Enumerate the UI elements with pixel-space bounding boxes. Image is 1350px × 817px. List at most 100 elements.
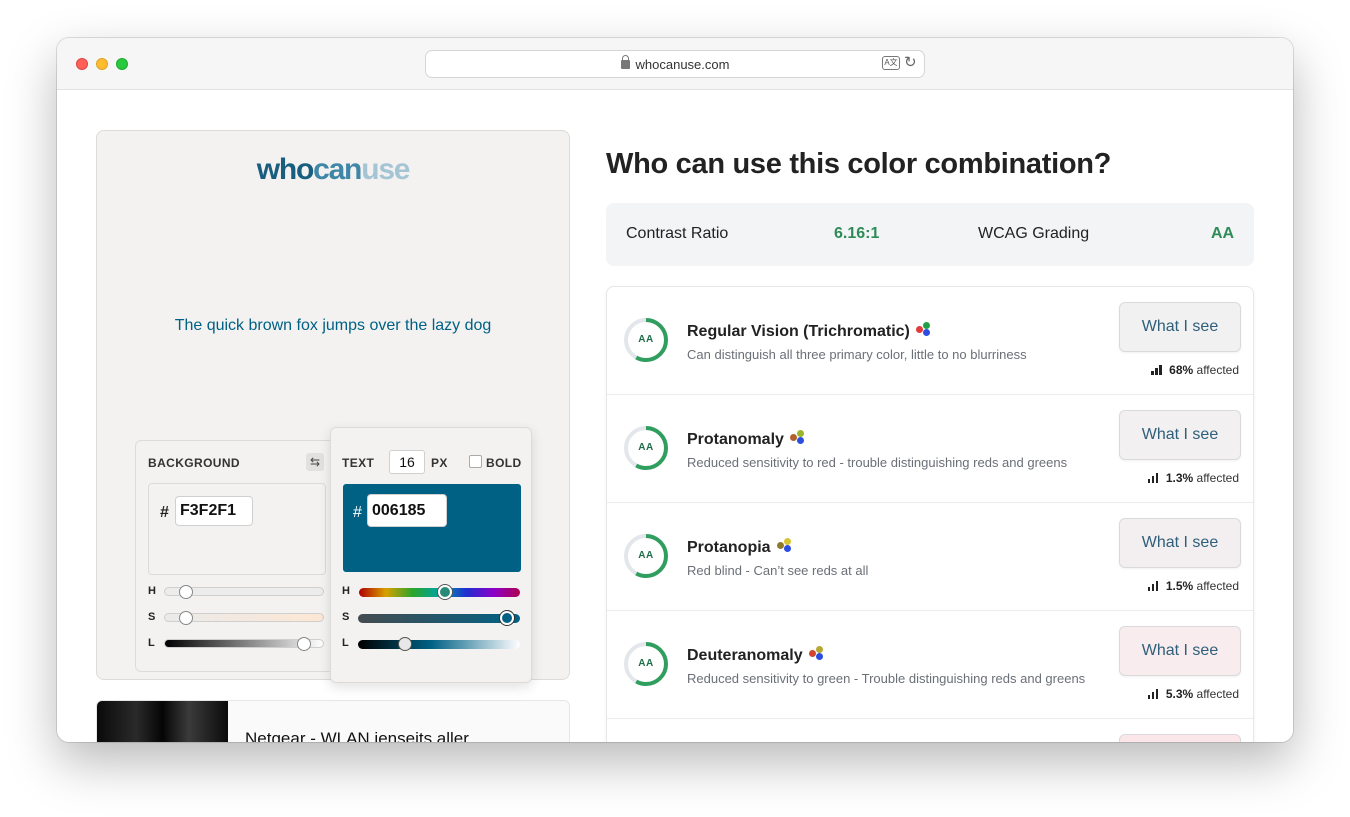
hue-label: H [342, 585, 350, 597]
affected-stat: 5.3% affected [1147, 687, 1239, 701]
ad-title: Netgear - WLAN jenseits aller [245, 729, 469, 742]
background-hue-thumb[interactable] [179, 585, 193, 599]
what-i-see-button[interactable]: What I see [1119, 626, 1241, 676]
affected-label: affected [1196, 471, 1239, 485]
px-unit-label: PX [431, 456, 448, 470]
title-bar: whocanuse.com A文 ↻ [57, 38, 1293, 90]
minimize-window-button[interactable] [96, 58, 108, 70]
what-i-see-button[interactable]: What I see [1119, 518, 1241, 568]
affected-percentage: 1.5% [1165, 579, 1194, 593]
signal-bar [1151, 692, 1155, 699]
signal-bar [1151, 476, 1155, 483]
browser-window: whocanuse.com A文 ↻ whocanuse The quick b… [57, 38, 1293, 742]
text-color-panel: TEXT PX BOLD # H S L [330, 427, 532, 683]
background-saturation-slider[interactable] [164, 611, 324, 625]
text-saturation-thumb[interactable] [500, 611, 514, 625]
vision-result-row: AA Regular Vision (Trichromatic) Can dis… [607, 287, 1253, 395]
affected-stat: 1.3% affected [1147, 471, 1239, 485]
grade-badge: AA [638, 658, 654, 669]
advertisement-card[interactable]: Netgear - WLAN jenseits aller [96, 700, 570, 742]
vision-type-name: Protanopia [687, 539, 771, 556]
contrast-ratio-value: 6.16:1 [834, 225, 880, 242]
lightness-label: L [148, 637, 155, 649]
signal-bars-icon [1147, 580, 1160, 591]
vision-type-name: Protanomaly [687, 431, 784, 448]
bold-checkbox[interactable] [469, 455, 482, 468]
bold-label: BOLD [486, 456, 522, 470]
vision-type-description: Reduced sensitivity to green - Trouble d… [687, 671, 1086, 686]
vision-type-title: Deuteranomaly [687, 645, 825, 665]
url-display[interactable]: whocanuse.com [426, 55, 924, 72]
grade-badge: AA [638, 442, 654, 453]
what-i-see-button[interactable]: What I see [1119, 302, 1241, 352]
text-saturation-slider[interactable] [358, 611, 520, 625]
background-hex-input[interactable] [175, 496, 253, 526]
signal-bar [1155, 473, 1159, 483]
vision-type-description: Red blind - Can’t see reds at all [687, 563, 869, 578]
text-hex-input[interactable] [367, 494, 447, 527]
background-lightness-thumb[interactable] [297, 637, 311, 651]
logo-part-who: who [256, 153, 315, 186]
background-swatch: # [148, 483, 326, 575]
signal-bar [1151, 584, 1155, 591]
background-hue-slider[interactable] [164, 585, 324, 599]
translate-icon[interactable]: A文 [882, 56, 900, 70]
vision-result-row [607, 719, 1253, 742]
hue-label: H [148, 585, 156, 597]
close-window-button[interactable] [76, 58, 88, 70]
text-lightness-thumb[interactable] [398, 637, 412, 651]
color-dot [915, 325, 923, 333]
font-size-input[interactable] [389, 450, 425, 474]
vision-results-list: AA Regular Vision (Trichromatic) Can dis… [606, 286, 1254, 742]
background-lightness-slider[interactable] [164, 637, 324, 651]
color-dot [789, 433, 797, 441]
color-dots-icon [915, 321, 932, 336]
contrast-ratio-label: Contrast Ratio [626, 225, 729, 242]
text-lightness-slider[interactable] [358, 637, 520, 651]
vision-type-title: Protanomaly [687, 429, 806, 449]
what-i-see-button[interactable] [1119, 734, 1241, 742]
signal-bar [1147, 479, 1151, 483]
ad-image [97, 701, 228, 742]
affected-stat: 68% affected [1151, 363, 1239, 377]
text-label: TEXT [342, 456, 375, 470]
background-label: BACKGROUND [148, 456, 240, 470]
color-dot [783, 537, 791, 545]
signal-bar [1155, 581, 1159, 591]
affected-label: affected [1196, 579, 1239, 593]
logo-part-can: can [313, 153, 362, 186]
color-dot [783, 544, 791, 552]
hash-symbol: # [353, 504, 362, 521]
text-hue-slider[interactable] [359, 585, 520, 599]
signal-bar [1151, 371, 1154, 375]
contrast-summary: Contrast Ratio 6.16:1 WCAG Grading AA [606, 203, 1254, 266]
text-hue-thumb[interactable] [438, 585, 452, 599]
signal-bar [1155, 368, 1158, 375]
signal-bar [1147, 587, 1151, 591]
signal-bar [1147, 695, 1151, 699]
wcag-grading-value: AA [1211, 225, 1235, 242]
page-title: Who can use this color combination? [606, 148, 1112, 180]
grade-badge: AA [638, 334, 654, 345]
swap-colors-icon[interactable]: ⇆ [306, 453, 324, 471]
background-color-panel: BACKGROUND ⇆ # H S L [135, 440, 331, 672]
color-dot [796, 429, 804, 437]
color-dot [776, 541, 784, 549]
zoom-window-button[interactable] [116, 58, 128, 70]
wcag-grading-label: WCAG Grading [978, 225, 1090, 242]
background-saturation-thumb[interactable] [179, 611, 193, 625]
logo-part-use: use [361, 153, 410, 186]
signal-bar [1159, 365, 1162, 375]
vision-type-title: Protanopia [687, 537, 793, 557]
what-i-see-button[interactable]: What I see [1119, 410, 1241, 460]
reload-icon[interactable]: ↻ [904, 55, 918, 70]
vision-type-description: Reduced sensitivity to red - trouble dis… [687, 455, 1068, 470]
address-bar[interactable]: whocanuse.com A文 ↻ [425, 50, 925, 78]
logo[interactable]: whocanuse [97, 153, 569, 187]
vision-type-name: Regular Vision (Trichromatic) [687, 323, 910, 340]
vision-type-description: Can distinguish all three primary color,… [687, 347, 1027, 362]
saturation-label: S [342, 611, 350, 623]
grade-badge: AA [638, 550, 654, 561]
text-swatch: # [343, 484, 521, 572]
color-dot [815, 652, 823, 660]
